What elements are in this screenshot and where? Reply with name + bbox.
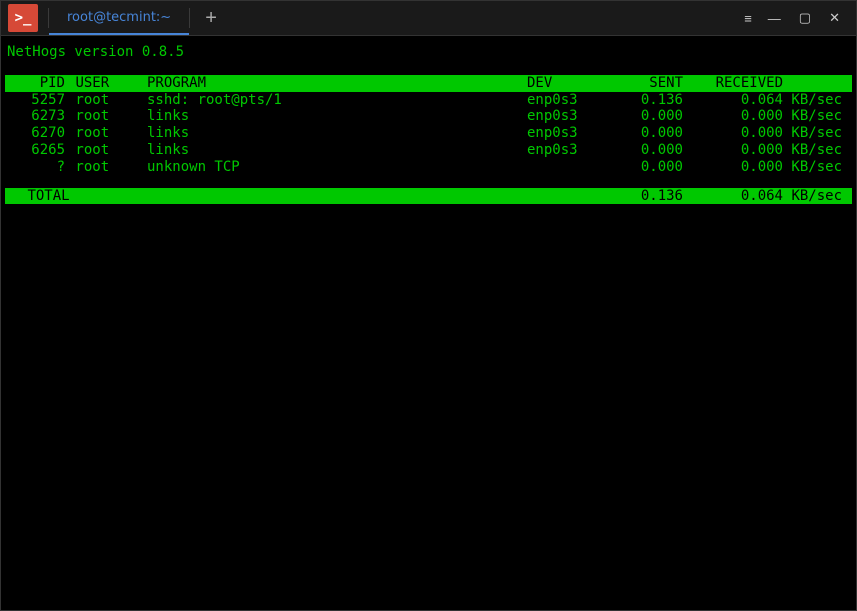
total-sent: 0.136: [601, 188, 683, 205]
tab-strip: root@tecmint:~ +: [49, 1, 744, 35]
cell-unit: KB/sec: [783, 125, 847, 142]
close-button[interactable]: ✕: [829, 10, 840, 26]
table-row: 6270 rootlinksenp0s30.0000.000 KB/sec: [5, 125, 852, 142]
maximize-button[interactable]: ▢: [799, 10, 811, 26]
cell-pid: 6270: [5, 125, 67, 142]
cell-dev: [527, 159, 601, 176]
cell-sent: 0.000: [601, 142, 683, 159]
table-row: 6265 rootlinksenp0s30.0000.000 KB/sec: [5, 142, 852, 159]
col-header-dev: DEV: [527, 75, 601, 92]
cell-user: root: [67, 159, 147, 176]
cell-pid: ?: [5, 159, 67, 176]
cell-unit: KB/sec: [783, 108, 847, 125]
app-version-line: NetHogs version 0.8.5: [5, 44, 852, 61]
table-row: 6273 rootlinksenp0s30.0000.000 KB/sec: [5, 108, 852, 125]
total-unit: KB/sec: [783, 188, 847, 205]
cell-pid: 6273: [5, 108, 67, 125]
cell-unit: KB/sec: [783, 142, 847, 159]
hamburger-menu-icon[interactable]: ≡: [744, 11, 750, 26]
cell-dev: enp0s3: [527, 108, 601, 125]
cell-received: 0.000: [683, 159, 783, 176]
total-label: TOTAL: [5, 188, 601, 205]
cell-dev: enp0s3: [527, 142, 601, 159]
total-received: 0.064: [683, 188, 783, 205]
process-table: PID USER PROGRAM DEV SENT RECEIVED 5257 …: [5, 75, 852, 205]
cell-unit: KB/sec: [783, 92, 847, 109]
cell-received: 0.000: [683, 125, 783, 142]
cell-dev: enp0s3: [527, 125, 601, 142]
cell-unit: KB/sec: [783, 159, 847, 176]
titlebar: >_ root@tecmint:~ + ≡ — ▢ ✕: [1, 1, 856, 36]
cell-program: unknown TCP: [147, 159, 527, 176]
cell-program: links: [147, 108, 527, 125]
cell-user: root: [67, 142, 147, 159]
cell-program: links: [147, 125, 527, 142]
cell-sent: 0.000: [601, 125, 683, 142]
cell-user: root: [67, 125, 147, 142]
col-header-program: PROGRAM: [147, 75, 527, 92]
terminal-app-icon: >_: [8, 4, 38, 32]
cell-program: sshd: root@pts/1: [147, 92, 527, 109]
cell-sent: 0.000: [601, 159, 683, 176]
cell-received: 0.000: [683, 142, 783, 159]
window-controls: ≡ — ▢ ✕: [744, 10, 856, 26]
new-tab-button[interactable]: +: [190, 7, 232, 30]
cell-pid: 6265: [5, 142, 67, 159]
cell-received: 0.000: [683, 108, 783, 125]
col-header-pid: PID: [5, 75, 67, 92]
cell-sent: 0.136: [601, 92, 683, 109]
col-header-received: RECEIVED: [683, 75, 783, 92]
cell-sent: 0.000: [601, 108, 683, 125]
minimize-button[interactable]: —: [768, 11, 781, 26]
tab-active[interactable]: root@tecmint:~: [49, 1, 189, 35]
col-header-user: USER: [67, 75, 147, 92]
table-row: 5257 rootsshd: root@pts/1enp0s30.1360.06…: [5, 92, 852, 109]
cell-pid: 5257: [5, 92, 67, 109]
terminal-body[interactable]: NetHogs version 0.8.5 PID USER PROGRAM D…: [1, 36, 856, 212]
total-row: TOTAL 0.136 0.064 KB/sec: [5, 188, 852, 205]
cell-dev: enp0s3: [527, 92, 601, 109]
cell-program: links: [147, 142, 527, 159]
cell-received: 0.064: [683, 92, 783, 109]
table-header: PID USER PROGRAM DEV SENT RECEIVED: [5, 75, 852, 92]
col-header-sent: SENT: [601, 75, 683, 92]
cell-user: root: [67, 92, 147, 109]
table-row: ? rootunknown TCP 0.0000.000 KB/sec: [5, 159, 852, 176]
cell-user: root: [67, 108, 147, 125]
